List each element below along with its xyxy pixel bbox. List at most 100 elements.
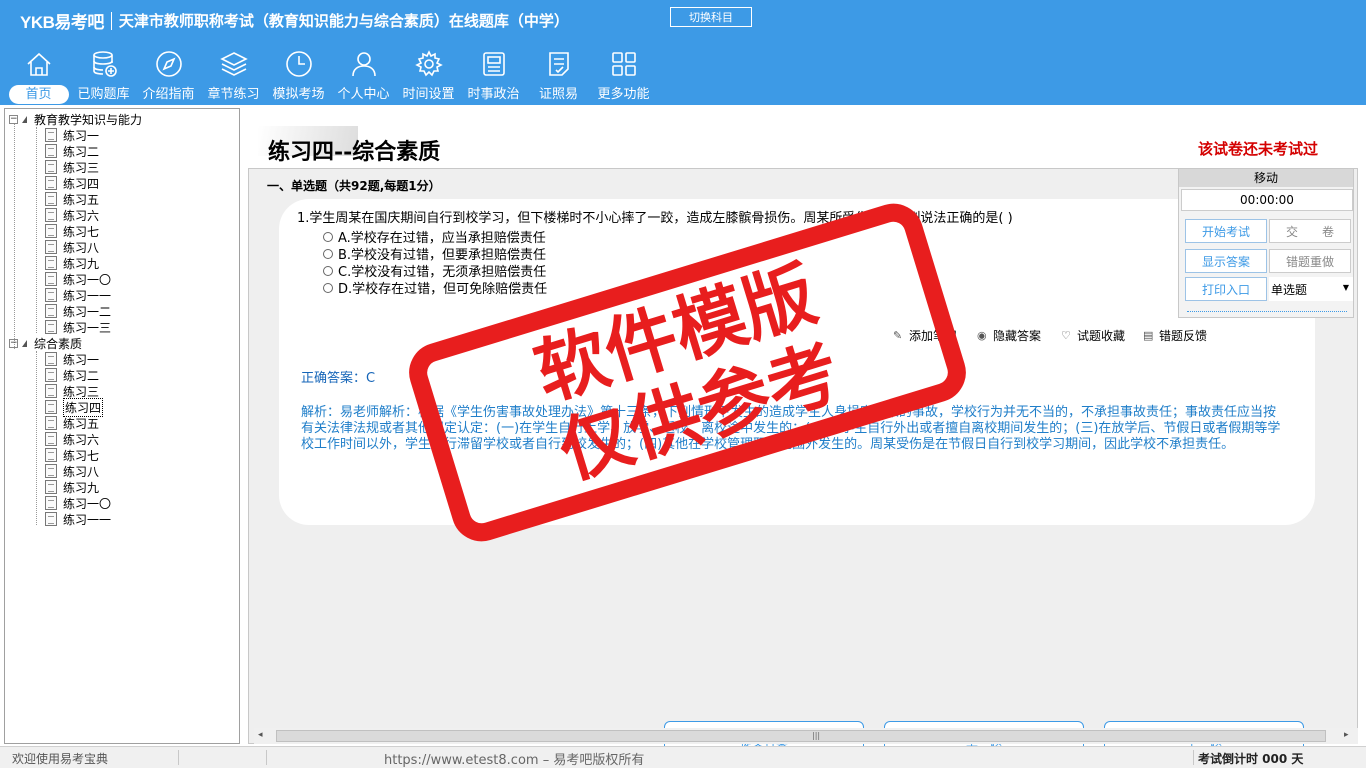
tree-item-label: 练习一一	[63, 288, 112, 303]
start-exam-button[interactable]: 开始考试	[1185, 219, 1267, 243]
tree-item[interactable]: 练习一	[45, 127, 99, 143]
tree-item[interactable]: 练习六	[45, 431, 99, 447]
nav-item-mock-exam[interactable]: 模拟考场	[266, 48, 331, 104]
tree-item[interactable]: 练习三	[45, 159, 99, 175]
exam-control-panel: 移动 00:00:00 开始考试 交 卷 显示答案 错题重做 打印入口 单选题 …	[1178, 168, 1354, 318]
tree-item[interactable]: 练习五	[45, 415, 99, 431]
document-icon	[45, 160, 57, 174]
document-icon	[45, 256, 57, 270]
tree-item[interactable]: 练习二	[45, 367, 99, 383]
radio-button[interactable]	[323, 248, 333, 259]
hide-answer-button[interactable]: ◉ 隐藏答案	[977, 327, 1041, 344]
tree-item-label: 练习一	[63, 352, 100, 367]
horizontal-scrollbar[interactable]: ◂ ||| ▸	[254, 728, 1358, 744]
tree-item[interactable]: 练习一〇	[45, 495, 111, 511]
pencil-icon: ✎	[893, 328, 903, 342]
exam-countdown: 考试倒计时 000 天	[1198, 752, 1304, 766]
question-type-select[interactable]: 单选题 ▼	[1269, 277, 1353, 301]
print-button[interactable]: 打印入口	[1185, 277, 1267, 301]
document-icon	[45, 208, 57, 222]
nav-item-chapter-practice[interactable]: 章节练习	[201, 48, 266, 104]
tree-group-1[interactable]: − 教育教学知识与能力	[9, 111, 142, 127]
tree-item-label: 练习九	[63, 256, 100, 271]
tree-connector	[36, 351, 37, 525]
document-icon	[45, 480, 57, 494]
tree-item[interactable]: 练习一〇	[45, 271, 111, 287]
tree-item[interactable]: 练习一二	[45, 303, 111, 319]
nav-item-home[interactable]: 首页	[6, 48, 71, 104]
tree-item[interactable]: 练习八	[45, 463, 99, 479]
tree-item[interactable]: 练习七	[45, 223, 99, 239]
nav-item-certificate[interactable]: 证照易	[526, 48, 591, 104]
radio-button[interactable]	[323, 231, 333, 242]
database-icon	[88, 48, 120, 80]
radio-button[interactable]	[323, 265, 333, 276]
document-icon	[45, 368, 57, 382]
nav-label: 证照易	[538, 87, 578, 102]
panel-drag-handle[interactable]: 移动	[1179, 169, 1353, 187]
option-d[interactable]: D.学校存在过错，但可免除赔偿责任	[323, 278, 547, 297]
nav-item-purchased[interactable]: 已购题库	[71, 48, 136, 104]
radio-button[interactable]	[323, 282, 333, 293]
tree-item[interactable]: 练习九	[45, 255, 99, 271]
exercise-tree[interactable]: − 教育教学知识与能力 练习一 练习二 练习三 练习四 练习五 练习六 练习七 …	[4, 108, 240, 744]
correct-answer: 正确答案：C	[301, 371, 376, 386]
scroll-thumb[interactable]: |||	[276, 730, 1326, 742]
app-logo: YKB易考吧	[20, 13, 104, 32]
tree-item[interactable]: 练习一	[45, 351, 99, 367]
exam-status-text: 该试卷还未考试过	[1198, 140, 1319, 158]
user-icon	[348, 48, 380, 80]
clock-icon	[283, 48, 315, 80]
scroll-left-icon[interactable]: ◂	[258, 730, 263, 740]
nav-item-guide[interactable]: 介绍指南	[136, 48, 201, 104]
tree-item-label: 练习一〇	[63, 496, 112, 511]
tree-group-2[interactable]: − 综合素质	[9, 335, 82, 351]
layers-icon	[218, 48, 250, 80]
tree-item[interactable]: 练习一一	[45, 511, 111, 527]
tool-label: 试题收藏	[1077, 329, 1126, 343]
grip-icon: |||	[812, 731, 821, 740]
tree-item-label: 练习六	[63, 432, 100, 447]
collapse-icon[interactable]: −	[9, 114, 18, 124]
tool-label: 错题反馈	[1159, 329, 1208, 343]
tree-item-selected[interactable]: 练习四	[45, 397, 104, 417]
report-icon: ▤	[1143, 328, 1154, 342]
select-value: 单选题	[1271, 282, 1308, 297]
tree-item[interactable]: 练习四	[45, 175, 99, 191]
option-label: D.学校存在过错，但可免除赔偿责任	[338, 282, 548, 297]
show-answer-button[interactable]: 显示答案	[1185, 249, 1267, 273]
tree-item-label: 练习七	[63, 224, 100, 239]
add-note-button[interactable]: ✎ 添加笔记	[893, 327, 957, 344]
feedback-button[interactable]: ▤ 错题反馈	[1143, 327, 1207, 344]
collapse-icon[interactable]: −	[9, 338, 18, 348]
switch-subject-button[interactable]: 切换科目	[670, 7, 752, 27]
tree-item[interactable]: 练习九	[45, 479, 99, 495]
document-icon	[45, 464, 57, 478]
nav-item-more[interactable]: 更多功能	[591, 48, 656, 104]
tree-item[interactable]: 练习一一	[45, 287, 111, 303]
nav-label: 章节练习	[207, 87, 260, 102]
document-icon	[45, 272, 57, 286]
favorite-button[interactable]: ♡ 试题收藏	[1061, 327, 1125, 344]
document-icon	[45, 288, 57, 302]
nav-item-time-settings[interactable]: 时间设置	[396, 48, 461, 104]
scroll-right-icon[interactable]: ▸	[1344, 730, 1349, 740]
nav-item-current-affairs[interactable]: 时事政治	[461, 48, 526, 104]
app-header: YKB易考吧 天津市教师职称考试（教育知识能力与综合素质）在线题库（中学） 切换…	[0, 0, 1366, 105]
document-icon	[45, 192, 57, 206]
nav-item-profile[interactable]: 个人中心	[331, 48, 396, 104]
document-icon	[45, 320, 57, 334]
tree-item[interactable]: 练习八	[45, 239, 99, 255]
nav-label: 更多功能	[597, 87, 650, 102]
hand-in-button[interactable]: 交 卷	[1269, 219, 1351, 243]
tree-item-label: 练习一	[63, 128, 100, 143]
tree-item[interactable]: 练习六	[45, 207, 99, 223]
tree-item[interactable]: 练习二	[45, 143, 99, 159]
tree-item[interactable]: 练习五	[45, 191, 99, 207]
tree-item[interactable]: 练习七	[45, 447, 99, 463]
tree-item[interactable]: 练习一三	[45, 319, 111, 335]
nav-label: 介绍指南	[142, 87, 195, 102]
redo-wrong-button[interactable]: 错题重做	[1269, 249, 1351, 273]
question-text: 1.学生周某在国庆期间自行到校学习，但下楼梯时不小心摔了一跤，造成左膝髌骨损伤。…	[297, 211, 1013, 226]
tree-item-label: 练习七	[63, 448, 100, 463]
